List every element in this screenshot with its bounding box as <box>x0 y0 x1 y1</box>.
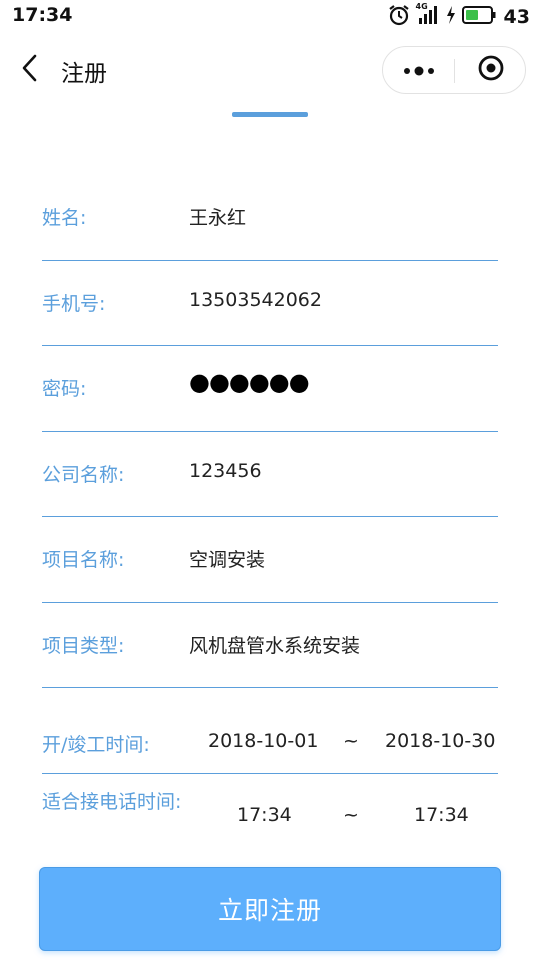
nav-bar: 注册 <box>0 36 540 104</box>
date-separator: ~ <box>343 730 359 752</box>
name-label: 姓名: <box>42 207 87 229</box>
start-date-picker[interactable]: 2018-10-01 <box>208 730 318 752</box>
end-date-picker[interactable]: 2018-10-30 <box>385 730 495 752</box>
project-type-row: 项目类型: 风机盘管水系统安装 <box>42 603 498 688</box>
project-name-row: 项目名称: 空调安装 <box>42 517 498 603</box>
dates-row: 开/竣工时间: 2018-10-01 ~ 2018-10-30 <box>42 688 498 774</box>
password-label: 密码: <box>42 378 87 400</box>
status-time: 17:34 <box>12 4 73 26</box>
battery-level: 43 <box>503 6 530 28</box>
alarm-icon <box>388 4 410 30</box>
phone-row: 手机号: 13503542062 <box>42 261 498 346</box>
more-dots-icon <box>402 61 436 80</box>
project-name-field[interactable]: 空调安装 <box>189 545 265 572</box>
register-button[interactable]: 立即注册 <box>39 867 501 951</box>
project-type-label: 项目类型: <box>42 634 125 657</box>
call-time-row: 适合接电话时间: 17:34 ~ 17:34 <box>42 774 498 860</box>
status-bar: 17:34 4G 43 <box>0 0 540 36</box>
password-row: 密码: ●●●●●● <box>42 346 498 432</box>
phone-field[interactable]: 13503542062 <box>189 289 322 311</box>
register-form: 姓名: 王永红 手机号: 13503542062 密码: ●●●●●● 公司名称… <box>42 175 498 859</box>
target-circle-icon <box>477 54 505 86</box>
charging-icon <box>446 5 456 29</box>
dates-label: 开/竣工时间: <box>42 734 150 756</box>
network-type: 4G <box>415 2 428 11</box>
register-button-label: 立即注册 <box>217 896 322 925</box>
name-field[interactable]: 王永红 <box>189 203 246 230</box>
signal-icon: 4G <box>415 2 440 30</box>
chevron-left-icon <box>20 53 40 87</box>
company-field[interactable]: 123456 <box>189 460 262 482</box>
back-button[interactable] <box>14 50 46 90</box>
company-label: 公司名称: <box>42 463 125 486</box>
phone-label: 手机号: <box>42 292 106 315</box>
page-title: 注册 <box>61 61 107 87</box>
call-time-label: 适合接电话时间: <box>42 790 182 813</box>
call-end-time-picker[interactable]: 17:34 <box>414 804 469 826</box>
mini-program-capsule <box>382 46 526 94</box>
more-button[interactable] <box>383 47 454 93</box>
name-row: 姓名: 王永红 <box>42 175 498 261</box>
company-row: 公司名称: 123456 <box>42 432 498 517</box>
project-type-picker[interactable]: 风机盘管水系统安装 <box>189 631 360 658</box>
battery-icon <box>461 6 496 28</box>
password-field[interactable]: ●●●●●● <box>189 368 310 396</box>
tab-indicator <box>232 112 308 117</box>
close-button[interactable] <box>455 47 526 93</box>
time-separator: ~ <box>343 803 359 826</box>
status-icons: 4G 43 <box>388 2 530 30</box>
call-start-time-picker[interactable]: 17:34 <box>237 804 292 826</box>
project-name-label: 项目名称: <box>42 549 125 571</box>
